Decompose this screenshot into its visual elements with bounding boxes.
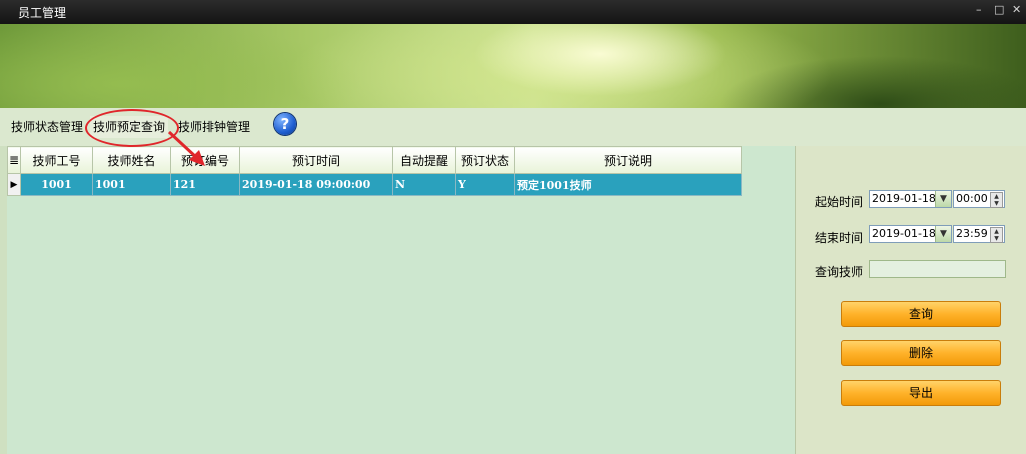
end-time-value: 23:59 — [956, 227, 988, 240]
cell-reservation-note[interactable]: 预定1001技师 — [514, 173, 742, 196]
table-row[interactable]: ▶ 1001 1001 121 2019-01-18 09:00:00 N Y … — [7, 173, 742, 196]
window-title: 员工管理 — [18, 6, 67, 20]
annotation-arrow-icon — [167, 130, 205, 166]
delete-button[interactable]: 删除 — [841, 340, 1001, 366]
chevron-down-icon[interactable]: ▼ — [935, 191, 951, 207]
column-header[interactable]: 预订时间 — [239, 146, 393, 174]
cell-tech-id[interactable]: 1001 — [20, 173, 93, 196]
cell-reservation-status[interactable]: Y — [455, 173, 515, 196]
end-time-label: 结束时间 — [815, 231, 864, 245]
reservation-table: ≣ 技师工号 技师姓名 预订编号 预订时间 自动提醒 预订状态 预订说明 ▶ 1… — [7, 146, 742, 196]
column-header[interactable]: 技师姓名 — [92, 146, 171, 174]
start-time-spinner[interactable]: 00:00 ▲ ▼ — [953, 190, 1005, 208]
header-banner — [0, 24, 1026, 108]
row-indicator-header: ≣ — [7, 146, 21, 174]
tab-tech-status[interactable]: 技师状态管理 — [8, 116, 86, 138]
chevron-down-icon[interactable]: ▼ — [935, 226, 951, 242]
start-time-label: 起始时间 — [815, 195, 864, 209]
start-date-value: 2019-01-18 — [872, 192, 936, 205]
minimize-button[interactable]: – — [976, 3, 982, 16]
table-header-row: ≣ 技师工号 技师姓名 预订编号 预订时间 自动提醒 预订状态 预订说明 — [7, 146, 742, 174]
cell-auto-remind[interactable]: N — [392, 173, 456, 196]
cell-reservation-no[interactable]: 121 — [170, 173, 240, 196]
end-date-value: 2019-01-18 — [872, 227, 936, 240]
query-button[interactable]: 查询 — [841, 301, 1001, 327]
cell-reservation-time[interactable]: 2019-01-18 09:00:00 — [239, 173, 393, 196]
row-indicator: ▶ — [7, 173, 21, 196]
column-header[interactable]: 技师工号 — [20, 146, 93, 174]
end-time-spinner[interactable]: 23:59 ▲ ▼ — [953, 225, 1005, 243]
close-button[interactable]: ✕ — [1012, 3, 1021, 16]
reservation-grid: ≣ 技师工号 技师姓名 预订编号 预订时间 自动提醒 预订状态 预订说明 ▶ 1… — [7, 146, 795, 454]
column-header[interactable]: 预订状态 — [455, 146, 515, 174]
query-panel: 起始时间 2019-01-18 ▼ 00:00 ▲ ▼ 结束时间 2019-01-… — [795, 146, 1026, 454]
column-header[interactable]: 预订说明 — [514, 146, 742, 174]
spin-arrows-icon[interactable]: ▲ ▼ — [990, 227, 1003, 243]
query-tech-label: 查询技师 — [815, 265, 864, 279]
start-date-picker[interactable]: 2019-01-18 ▼ — [869, 190, 952, 208]
column-header[interactable]: 自动提醒 — [392, 146, 456, 174]
spin-arrows-icon[interactable]: ▲ ▼ — [990, 192, 1003, 208]
end-date-picker[interactable]: 2019-01-18 ▼ — [869, 225, 952, 243]
restore-button[interactable]: □ — [994, 3, 1004, 16]
query-tech-input[interactable] — [869, 260, 1006, 278]
start-time-value: 00:00 — [956, 192, 988, 205]
help-icon[interactable]: ? — [274, 113, 296, 135]
cell-tech-name[interactable]: 1001 — [92, 173, 171, 196]
title-bar: 员工管理 – □ ✕ — [0, 0, 1026, 24]
export-button[interactable]: 导出 — [841, 380, 1001, 406]
